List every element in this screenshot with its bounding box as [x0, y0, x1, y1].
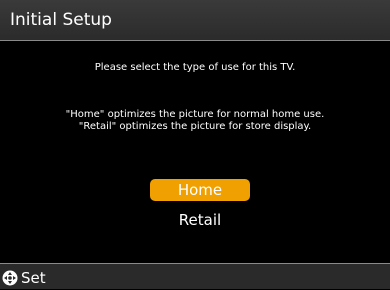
page-title: Initial Setup [10, 10, 112, 30]
description-line-home: "Home" optimizes the picture for normal … [65, 109, 325, 120]
option-home[interactable]: Home [150, 179, 250, 201]
title-bar: Initial Setup [0, 0, 390, 41]
footer-bar: Set [0, 263, 390, 289]
prompt-text: Please select the type of use for this T… [94, 62, 296, 73]
description-line-retail: "Retail" optimizes the picture for store… [78, 121, 312, 132]
footer-set-label: Set [21, 269, 46, 287]
tv-setup-screen: Initial Setup Please select the type of … [0, 0, 390, 289]
description: "Home" optimizes the picture for normal … [0, 109, 390, 133]
dpad-icon [2, 270, 18, 286]
option-retail[interactable]: Retail [150, 209, 250, 231]
